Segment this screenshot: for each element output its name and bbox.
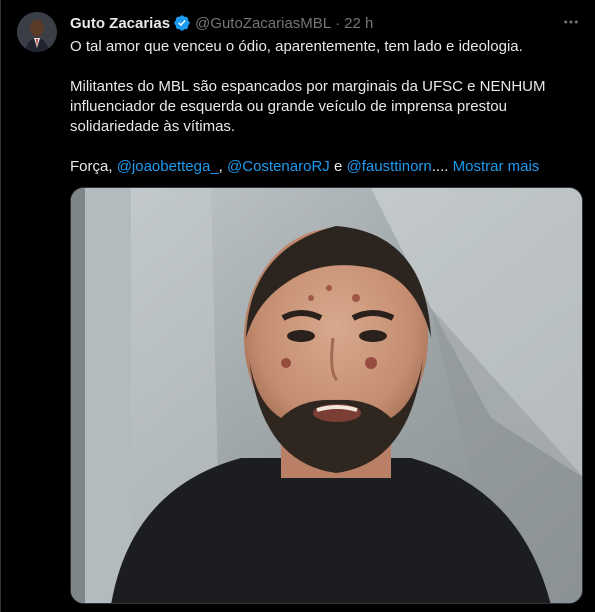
mention-link[interactable]: @CostenaroRJ	[227, 158, 330, 175]
more-options-icon[interactable]	[559, 12, 583, 32]
separator-dot: ·	[335, 14, 341, 32]
mention-and: e	[329, 158, 347, 175]
mention-separator: ,	[218, 158, 228, 175]
avatar[interactable]	[17, 12, 57, 52]
tweet-header: Guto Zacarias @GutoZacariasMBL · 22 h	[70, 13, 373, 33]
author-name[interactable]: Guto Zacarias	[70, 15, 170, 32]
tweet-text: O tal amor que venceu o ódio, aparenteme…	[70, 37, 580, 177]
avatar-image	[17, 12, 57, 52]
mention-link[interactable]: @fausttinorn	[346, 158, 431, 175]
forca-text: Força,	[70, 158, 117, 175]
tweet-card[interactable]: Guto Zacarias @GutoZacariasMBL · 22 h O …	[0, 0, 595, 612]
tweet-paragraph: O tal amor que venceu o ódio, aparenteme…	[70, 38, 523, 55]
tweet-media-image[interactable]	[70, 187, 583, 604]
tweet-paragraph: Militantes do MBL são espancados por mar…	[70, 78, 546, 135]
photo-man-bruised-face	[71, 188, 582, 603]
timestamp[interactable]: 22 h	[344, 15, 373, 32]
author-handle[interactable]: @GutoZacariasMBL	[195, 15, 331, 32]
ellipsis: ....	[431, 158, 449, 175]
show-more-link[interactable]: Mostrar mais	[453, 158, 540, 175]
tweet-paragraph-mentions: Força, @joaobettega_, @CostenaroRJ e @fa…	[70, 157, 580, 177]
mention-link[interactable]: @joaobettega_	[117, 158, 219, 175]
verified-badge-icon	[173, 14, 191, 32]
